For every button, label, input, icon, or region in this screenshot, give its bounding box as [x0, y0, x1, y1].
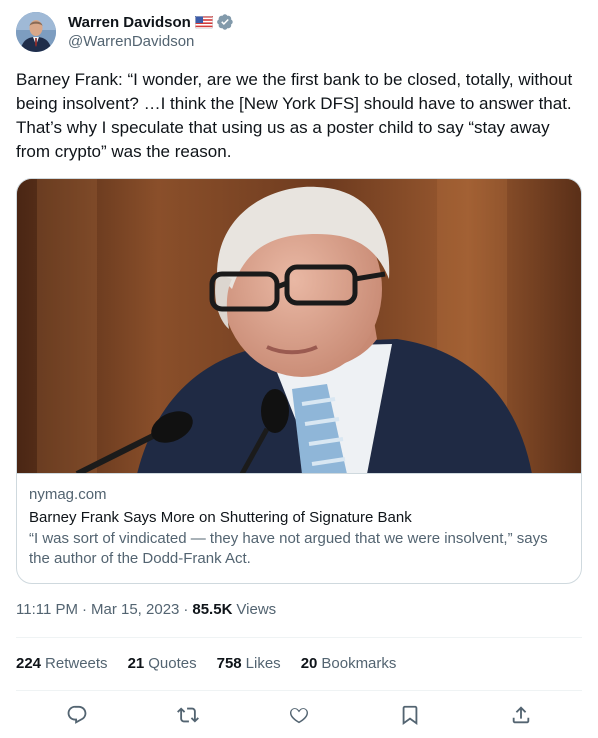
us-flag-icon: [194, 15, 213, 29]
meta-separator: ·: [183, 601, 189, 618]
stat-count: 21: [127, 655, 145, 672]
stat-count: 224: [16, 655, 42, 672]
tweet-header: Warren Davidson @WarrenDavidson: [16, 12, 234, 52]
stat-bookmarks[interactable]: 20 Bookmarks: [301, 654, 397, 674]
stat-label: Bookmarks: [321, 655, 397, 672]
display-name[interactable]: Warren Davidson: [68, 14, 191, 31]
handle[interactable]: @WarrenDavidson: [68, 32, 234, 52]
engagement-stats: 224 Retweets 21 Quotes 758 Likes 20 Book…: [16, 654, 416, 674]
share-icon[interactable]: [504, 698, 538, 732]
card-image[interactable]: [17, 179, 581, 474]
card-body[interactable]: nymag.com Barney Frank Says More on Shut…: [29, 485, 569, 569]
reply-icon[interactable]: [60, 698, 94, 732]
verified-badge-icon[interactable]: [216, 13, 234, 31]
stat-quotes[interactable]: 21 Quotes: [128, 654, 197, 674]
tweet-meta: 11:11 PM · Mar 15, 2023 · 85.5K Views: [16, 600, 276, 620]
name-row: Warren Davidson: [68, 13, 234, 32]
action-bar: [16, 692, 582, 738]
stat-count: 758: [216, 655, 242, 672]
views-label: Views: [236, 601, 277, 618]
divider: [16, 637, 582, 638]
meta-separator: ·: [81, 601, 87, 618]
card-description: “I was sort of vindicated — they have no…: [29, 530, 548, 567]
bookmark-icon[interactable]: [393, 698, 427, 732]
stat-label: Retweets: [45, 655, 108, 672]
stat-retweets[interactable]: 224 Retweets: [16, 654, 108, 674]
author-names: Warren Davidson @WarrenDavidson: [68, 13, 234, 52]
stat-label: Likes: [245, 655, 281, 672]
stat-likes[interactable]: 758 Likes: [217, 654, 281, 674]
divider: [16, 690, 582, 691]
stat-count: 20: [300, 655, 318, 672]
tweet-time[interactable]: 11:11 PM: [16, 600, 78, 620]
avatar[interactable]: [16, 12, 56, 52]
card-domain: nymag.com: [29, 486, 107, 503]
tweet-text: Barney Frank: “I wonder, are we the firs…: [16, 70, 577, 161]
like-icon[interactable]: [282, 698, 316, 732]
retweet-icon[interactable]: [171, 698, 205, 732]
tweet-date[interactable]: Mar 15, 2023: [91, 600, 179, 620]
link-card[interactable]: nymag.com Barney Frank Says More on Shut…: [16, 178, 582, 584]
views-count: 85.5K: [192, 601, 233, 618]
stat-label: Quotes: [148, 655, 197, 672]
card-title: Barney Frank Says More on Shuttering of …: [29, 509, 412, 526]
